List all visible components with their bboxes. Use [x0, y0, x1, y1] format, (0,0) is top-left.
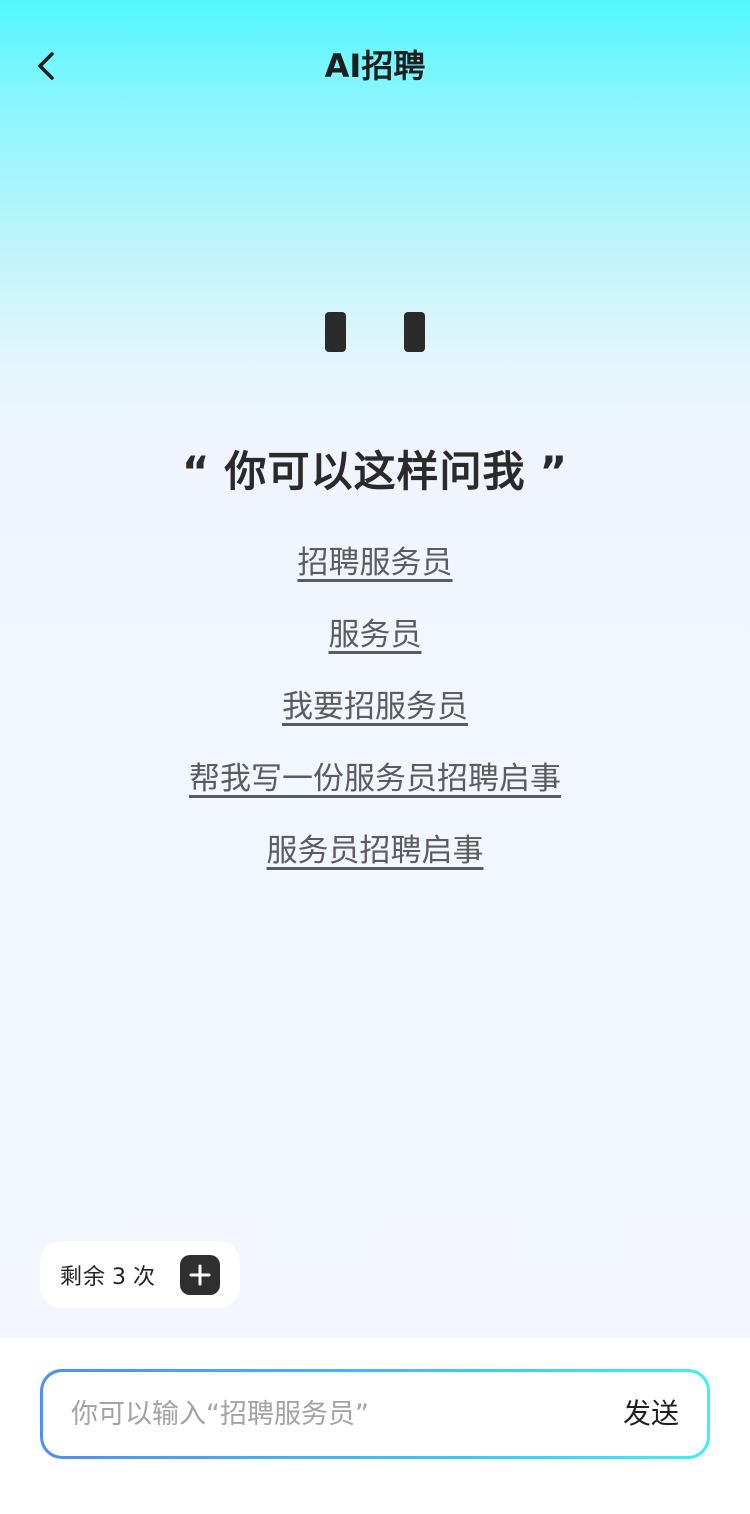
suggestion-link[interactable]: 招聘服务员 — [298, 538, 453, 610]
suggestion-heading-text: 你可以这样问我 — [224, 447, 526, 496]
list-item: 我要招服务员 — [0, 682, 750, 754]
chat-input-container: 发送 — [40, 1369, 710, 1459]
quota-prefix: 剩余 — [60, 1264, 107, 1290]
list-item: 招聘服务员 — [0, 538, 750, 610]
send-button[interactable]: 发送 — [623, 1372, 679, 1456]
suggestion-link[interactable]: 服务员 — [329, 610, 422, 682]
ai-face-left-eye — [325, 312, 346, 352]
chat-composer-bar: 发送 — [0, 1338, 750, 1514]
suggestion-link[interactable]: 帮我写一份服务员招聘启事 — [189, 754, 561, 826]
chat-input[interactable] — [71, 1372, 571, 1456]
list-item: 服务员 — [0, 610, 750, 682]
list-item: 帮我写一份服务员招聘启事 — [0, 754, 750, 826]
suggestion-heading: “ 你可以这样问我 ” — [0, 442, 750, 502]
quota-count: 3 — [112, 1264, 128, 1290]
suggestion-link[interactable]: 我要招服务员 — [282, 682, 468, 754]
ai-face-right-eye — [404, 312, 425, 352]
suggestion-link[interactable]: 服务员招聘启事 — [267, 826, 484, 898]
open-quote-mark: “ — [181, 447, 211, 496]
add-quota-button[interactable] — [180, 1255, 220, 1295]
remaining-quota-text: 剩余 3 次 — [60, 1259, 156, 1291]
chat-input-inner: 发送 — [43, 1372, 707, 1456]
list-item: 服务员招聘启事 — [0, 826, 750, 898]
page-title: AI招聘 — [324, 47, 426, 85]
quota-suffix: 次 — [133, 1264, 157, 1290]
top-nav-bar: AI招聘 — [0, 0, 750, 130]
ai-assistant-face — [0, 312, 750, 354]
remaining-quota-badge: 剩余 3 次 — [40, 1241, 240, 1308]
suggestion-list: 招聘服务员 服务员 我要招服务员 帮我写一份服务员招聘启事 服务员招聘启事 — [0, 538, 750, 898]
close-quote-mark: ” — [539, 447, 569, 496]
plus-icon — [189, 1264, 211, 1286]
